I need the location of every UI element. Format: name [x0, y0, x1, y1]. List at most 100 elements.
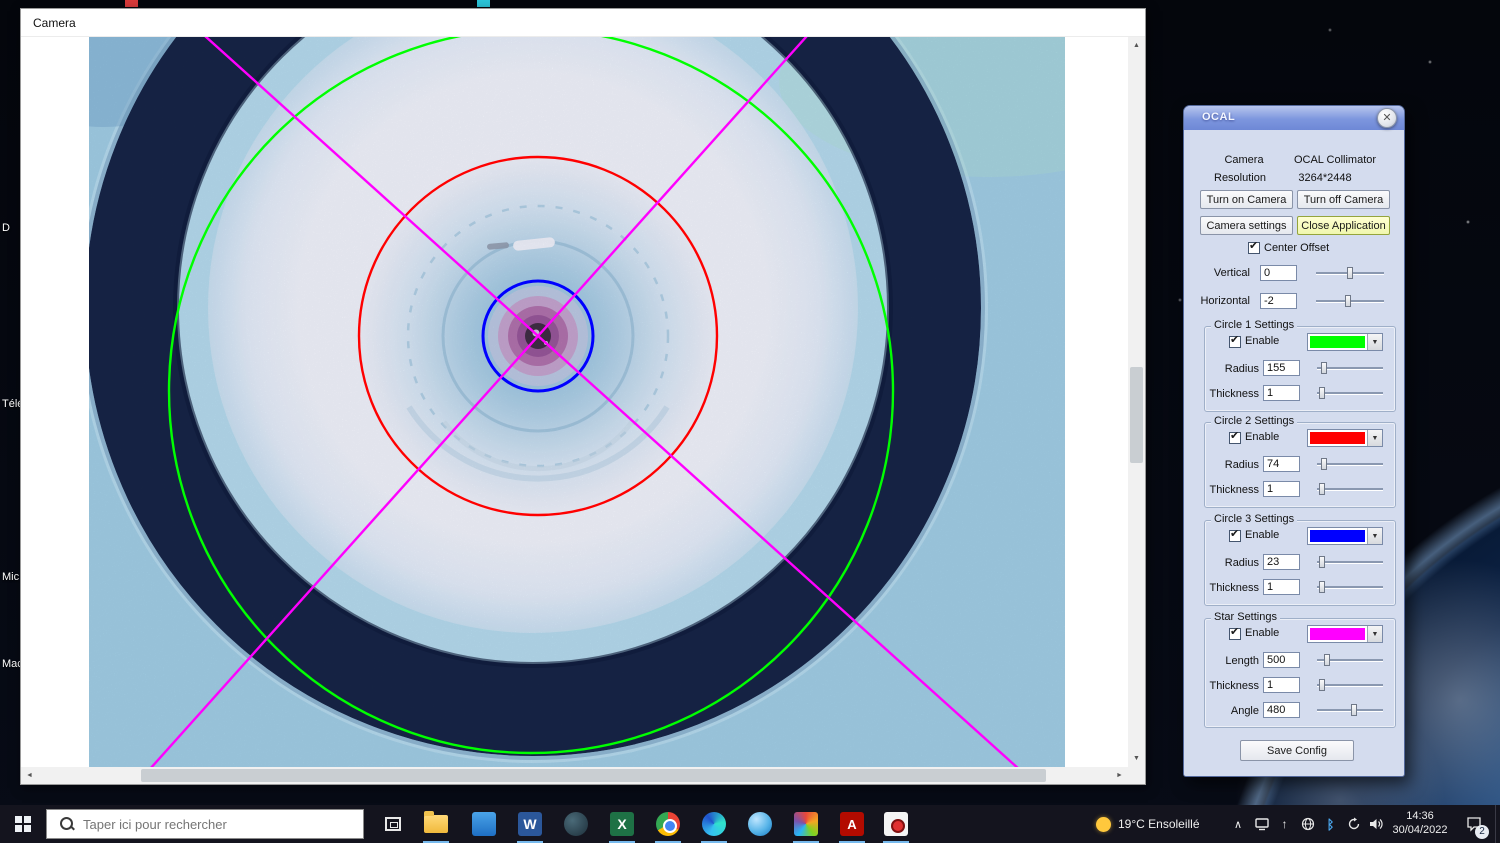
check-icon: ✔ [1230, 626, 1240, 638]
turn-off-camera-button[interactable]: Turn off Camera [1297, 190, 1390, 209]
hidden-icons-chevron[interactable]: ∧ [1230, 805, 1246, 843]
chrome-icon [656, 812, 680, 836]
scroll-up-arrow[interactable]: ▲ [1128, 37, 1145, 54]
radius-slider[interactable] [1317, 361, 1383, 375]
enable-label: Enable [1245, 627, 1280, 639]
thickness-slider[interactable] [1317, 386, 1383, 400]
camera-settings-button[interactable]: Camera settings [1200, 216, 1293, 235]
camera-window-titlebar[interactable]: Camera [21, 9, 1145, 37]
angle-input[interactable]: 480 [1263, 702, 1300, 718]
thickness-input[interactable]: 1 [1263, 385, 1300, 401]
desktop-icon-label[interactable]: Télé [2, 398, 20, 410]
thickness-slider[interactable] [1317, 580, 1383, 594]
turn-on-camera-button[interactable]: Turn on Camera [1200, 190, 1293, 209]
task-view-button[interactable] [374, 805, 412, 843]
radius-input[interactable]: 74 [1263, 456, 1300, 472]
taskbar-app-ocal[interactable] [878, 805, 914, 843]
color-swatch [1310, 336, 1365, 348]
blue-app-icon [472, 812, 496, 836]
length-input[interactable]: 500 [1263, 652, 1300, 668]
center-offset-checkbox[interactable]: ✔ [1248, 240, 1260, 254]
radius-input[interactable]: 23 [1263, 554, 1300, 570]
sphere-icon [748, 812, 772, 836]
horizontal-scrollbar[interactable]: ◄ ► [21, 767, 1128, 784]
taskbar-search[interactable] [46, 809, 364, 839]
start-button[interactable] [0, 805, 46, 843]
enable-checkbox[interactable]: ✔ [1229, 626, 1241, 640]
color-dropdown[interactable]: ▼ [1307, 625, 1383, 643]
enable-checkbox[interactable]: ✔ [1229, 334, 1241, 348]
taskbar: W X A 19°C Ensoleillé ∧ ↑ ᛒ [0, 805, 1500, 843]
thickness-input[interactable]: 1 [1263, 579, 1300, 595]
taskbar-app-file-explorer[interactable] [418, 805, 454, 843]
group-title: Circle 3 Settings [1211, 513, 1298, 525]
network-globe-icon[interactable] [1296, 805, 1319, 843]
thickness-slider[interactable] [1317, 678, 1383, 692]
taskbar-app-photos[interactable] [788, 805, 824, 843]
radius-label: Radius [1224, 557, 1259, 569]
scroll-right-arrow[interactable]: ► [1111, 767, 1128, 784]
screen: D Télé Mic Mac Camera [0, 0, 1500, 843]
taskbar-app-teams[interactable] [558, 805, 594, 843]
scroll-down-arrow[interactable]: ▼ [1128, 750, 1145, 767]
angle-slider[interactable] [1317, 703, 1383, 717]
enable-checkbox[interactable]: ✔ [1229, 528, 1241, 542]
color-dropdown[interactable]: ▼ [1307, 333, 1383, 351]
close-icon[interactable]: ✕ [1377, 108, 1397, 128]
search-icon [59, 816, 75, 832]
notification-badge: 2 [1475, 825, 1489, 839]
radius-slider[interactable] [1317, 457, 1383, 471]
angle-label: Angle [1230, 705, 1259, 717]
circle2-settings-group: Circle 2 Settings ✔ Enable ▼ Radius 74 T… [1204, 415, 1396, 508]
radius-input[interactable]: 155 [1263, 360, 1300, 376]
radius-slider[interactable] [1317, 555, 1383, 569]
weather-text: 19°C Ensoleillé [1118, 817, 1200, 831]
check-icon: ✔ [1230, 528, 1240, 540]
taskbar-app-word[interactable]: W [512, 805, 548, 843]
desktop-icon-label[interactable]: Mic [2, 571, 20, 583]
horizontal-offset-input[interactable]: -2 [1260, 293, 1297, 309]
desktop-icon-label[interactable]: Mac [2, 658, 20, 670]
search-input[interactable] [83, 816, 333, 832]
taskbar-app-browser[interactable] [742, 805, 778, 843]
vertical-offset-input[interactable]: 0 [1260, 265, 1297, 281]
desktop-icon-label[interactable]: D [2, 222, 20, 234]
color-dropdown[interactable]: ▼ [1307, 429, 1383, 447]
resolution-label: Resolution [1214, 172, 1266, 184]
horizontal-offset-slider[interactable] [1316, 294, 1384, 308]
teams-icon [564, 812, 588, 836]
ocal-titlebar[interactable]: OCAL [1184, 106, 1404, 130]
enable-checkbox[interactable]: ✔ [1229, 430, 1241, 444]
camera-value: OCAL Collimator [1293, 154, 1377, 166]
vertical-offset-slider[interactable] [1316, 266, 1384, 280]
sync-icon[interactable] [1342, 805, 1365, 843]
photos-icon [794, 812, 818, 836]
taskbar-app-chrome[interactable] [650, 805, 686, 843]
taskbar-clock[interactable]: 14:36 30/04/2022 [1388, 805, 1452, 843]
vertical-scrollbar[interactable]: ▲ ▼ [1128, 37, 1145, 767]
scroll-left-arrow[interactable]: ◄ [21, 767, 38, 784]
volume-icon[interactable] [1365, 805, 1388, 843]
horizontal-scrollbar-thumb[interactable] [141, 769, 1046, 782]
thickness-input[interactable]: 1 [1263, 481, 1300, 497]
close-application-button[interactable]: Close Application [1297, 216, 1390, 235]
taskbar-app-mail[interactable] [466, 805, 502, 843]
save-config-button[interactable]: Save Config [1240, 740, 1354, 761]
taskbar-app-edge[interactable] [696, 805, 732, 843]
taskbar-app-acrobat[interactable]: A [834, 805, 870, 843]
length-slider[interactable] [1317, 653, 1383, 667]
radius-label: Radius [1224, 363, 1259, 375]
thickness-label: Thickness [1209, 680, 1259, 692]
weather-widget[interactable]: 19°C Ensoleillé [1096, 805, 1200, 843]
ocal-panel: OCAL ✕ Camera OCAL Collimator Resolution… [1183, 105, 1405, 777]
show-desktop-button[interactable] [1495, 805, 1500, 843]
thickness-slider[interactable] [1317, 482, 1383, 496]
vertical-scrollbar-thumb[interactable] [1130, 367, 1143, 463]
upload-icon[interactable]: ↑ [1273, 805, 1296, 843]
display-icon[interactable] [1250, 805, 1273, 843]
notification-center-button[interactable]: 2 [1456, 805, 1492, 843]
bluetooth-icon[interactable]: ᛒ [1319, 805, 1342, 843]
taskbar-app-excel[interactable]: X [604, 805, 640, 843]
thickness-input[interactable]: 1 [1263, 677, 1300, 693]
color-dropdown[interactable]: ▼ [1307, 527, 1383, 545]
